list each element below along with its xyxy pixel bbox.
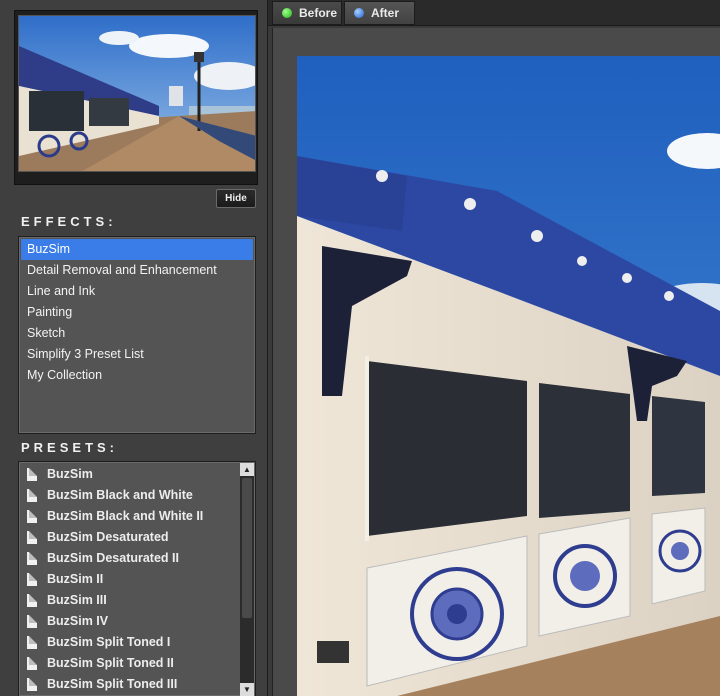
document-icon [27,531,37,544]
green-dot-icon [282,8,292,18]
tab-before-label: Before [299,6,338,20]
navigator-thumbnail[interactable] [18,15,256,172]
effect-item-simplify-preset-list[interactable]: Simplify 3 Preset List [21,344,253,365]
document-icon [27,657,37,670]
preset-item[interactable]: BuzSim Split Toned I [19,632,255,653]
tab-after-label: After [371,6,400,20]
document-icon [27,594,37,607]
preset-label: BuzSim III [47,593,107,607]
tab-after[interactable]: After [344,1,415,25]
blue-dot-icon [354,8,364,18]
document-icon [27,489,37,502]
preview-image[interactable] [297,56,720,696]
preset-label: BuzSim Black and White II [47,509,204,523]
document-icon [27,552,37,565]
scroll-down-arrow-icon[interactable]: ▼ [240,683,254,696]
preset-label: BuzSim Desaturated [47,530,169,544]
effect-item-sketch[interactable]: Sketch [21,323,253,344]
preset-label: BuzSim IV [47,614,109,628]
document-icon [27,573,37,586]
preset-item[interactable]: BuzSim [19,464,255,485]
preset-label: BuzSim [47,467,93,481]
preset-item[interactable]: BuzSim Black and White [19,485,255,506]
preset-item[interactable]: BuzSim IV [19,611,255,632]
preset-label: BuzSim Split Toned II [47,656,174,670]
effects-heading: EFFECTS: [21,214,117,229]
document-icon [27,678,37,691]
hide-button[interactable]: Hide [216,189,256,208]
presets-scrollbar[interactable]: ▲ ▼ [240,463,254,696]
pier-thumbnail-image [19,16,255,171]
scroll-up-arrow-icon[interactable]: ▲ [240,463,254,476]
scroll-thumb[interactable] [242,478,252,618]
navigator-thumbnail-frame [14,10,258,185]
effects-panel: Hide EFFECTS: BuzSim Detail Removal and … [0,0,268,696]
preset-item[interactable]: BuzSim III [19,590,255,611]
preset-item[interactable]: BuzSim Split Toned II [19,653,255,674]
preset-label: BuzSim Desaturated II [47,551,179,565]
preset-item[interactable]: BuzSim II [19,569,255,590]
presets-list: BuzSim BuzSim Black and White BuzSim Bla… [18,461,256,696]
effect-item-buzsim[interactable]: BuzSim [21,239,253,260]
preset-item[interactable]: BuzSim Desaturated II [19,548,255,569]
document-icon [27,468,37,481]
preset-item[interactable]: BuzSim Split Toned III [19,674,255,695]
document-icon [27,636,37,649]
effect-item-my-collection[interactable]: My Collection [21,365,253,386]
pier-preview-image [297,56,720,696]
effect-item-detail-removal[interactable]: Detail Removal and Enhancement [21,260,253,281]
preset-label: BuzSim Split Toned III [47,677,178,691]
preset-label: BuzSim II [47,572,104,586]
tab-before[interactable]: Before [272,1,342,25]
document-icon [27,510,37,523]
preset-item[interactable]: BuzSim Desaturated [19,527,255,548]
preset-label: BuzSim Black and White [47,488,193,502]
presets-heading: PRESETS: [21,440,119,455]
preset-item[interactable]: BuzSim Black and White II [19,506,255,527]
preview-tab-bar: Before After [268,0,720,26]
preset-label: BuzSim Split Toned I [47,635,171,649]
effect-item-painting[interactable]: Painting [21,302,253,323]
document-icon [27,615,37,628]
effects-list: BuzSim Detail Removal and Enhancement Li… [18,236,256,434]
effect-item-line-and-ink[interactable]: Line and Ink [21,281,253,302]
